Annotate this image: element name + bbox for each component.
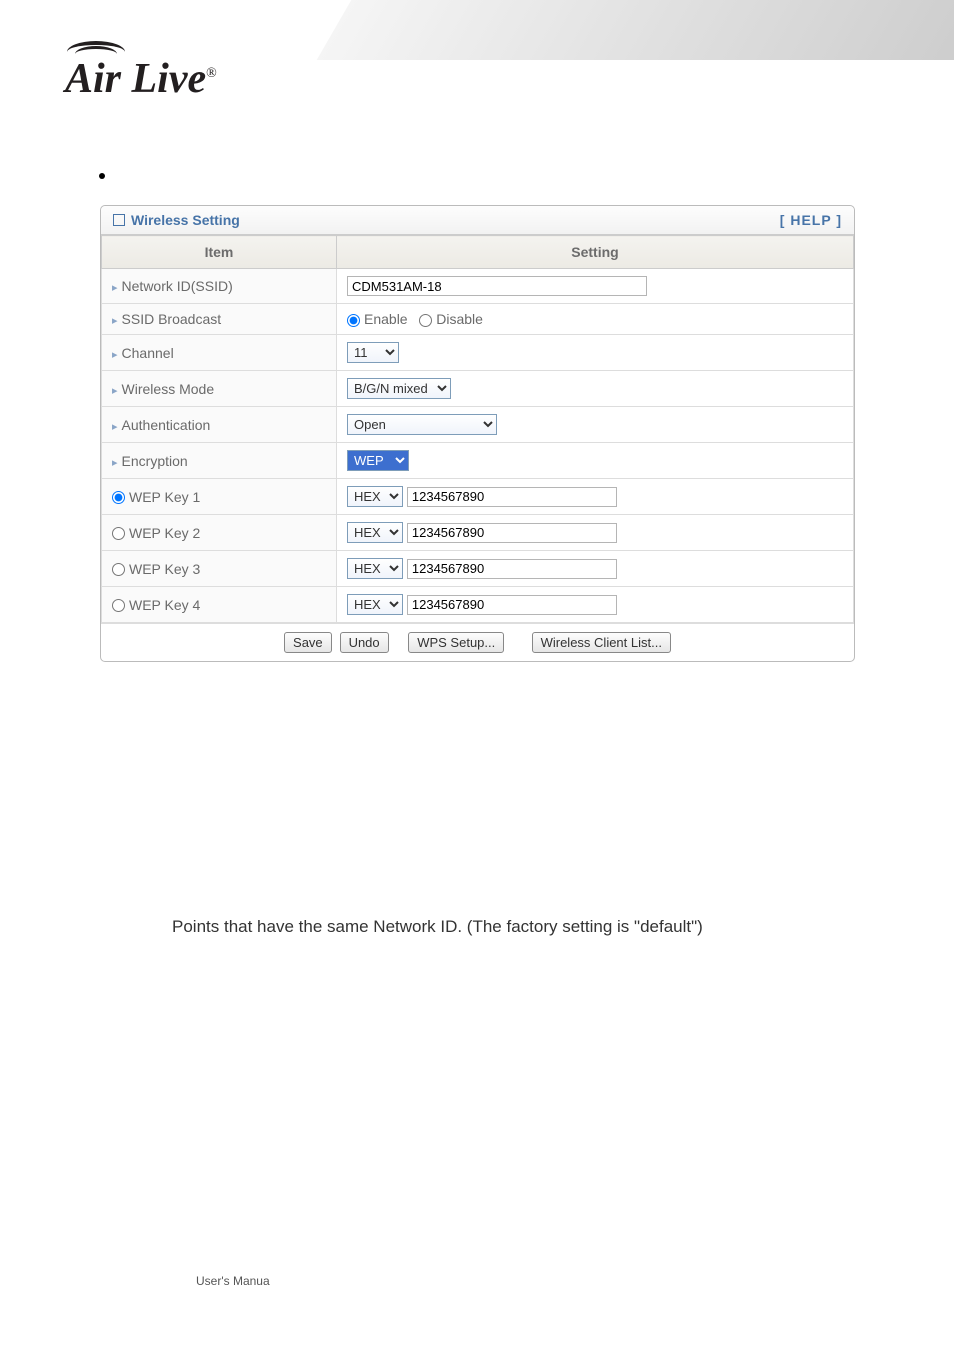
wep4-format-select[interactable]: HEX [347, 594, 403, 615]
table-row: ▸ Wireless Mode B/G/N mixed [102, 371, 854, 407]
auth-select[interactable]: Open [347, 414, 497, 435]
table-row: ▸ Authentication Open [102, 407, 854, 443]
settings-table: Item Setting ▸ Network ID(SSID) ▸ SSID Bro… [101, 235, 854, 623]
client-list-button[interactable]: Wireless Client List... [532, 632, 671, 653]
wep1-input[interactable] [407, 487, 617, 507]
table-row: ▸ SSID Broadcast Enable Disable [102, 304, 854, 335]
wireless-setting-panel: Wireless Setting [ HELP ] Item Setting ▸… [100, 205, 855, 662]
enc-label: Encryption [122, 453, 188, 469]
col-item: Item [102, 236, 337, 269]
wep2-option[interactable]: WEP Key 2 [112, 525, 200, 541]
caret-icon: ▸ [112, 315, 118, 327]
table-row: ▸ Encryption WEP [102, 443, 854, 479]
caret-icon: ▸ [112, 457, 118, 469]
broadcast-label: SSID Broadcast [122, 311, 222, 327]
wep2-format-select[interactable]: HEX [347, 522, 403, 543]
mode-label: Wireless Mode [122, 381, 215, 397]
wep4-radio[interactable] [112, 599, 125, 612]
wep3-input[interactable] [407, 559, 617, 579]
undo-button[interactable]: Undo [340, 632, 389, 653]
wep4-input[interactable] [407, 595, 617, 615]
channel-label: Channel [122, 345, 174, 361]
panel-icon [113, 214, 125, 226]
panel-header: Wireless Setting [ HELP ] [101, 206, 854, 235]
broadcast-disable-option[interactable]: Disable [419, 311, 483, 327]
caret-icon: ▸ [112, 385, 118, 397]
bullet-icon [99, 173, 105, 179]
channel-select[interactable]: 11 [347, 342, 399, 363]
auth-label: Authentication [122, 417, 211, 433]
table-row: WEP Key 3 HEX [102, 551, 854, 587]
wep2-radio[interactable] [112, 527, 125, 540]
wep3-format-select[interactable]: HEX [347, 558, 403, 579]
wep3-option[interactable]: WEP Key 3 [112, 561, 200, 577]
enc-select[interactable]: WEP [347, 450, 409, 471]
ssid-label: Network ID(SSID) [122, 278, 233, 294]
help-link[interactable]: [ HELP ] [780, 212, 842, 228]
wep1-format-select[interactable]: HEX [347, 486, 403, 507]
caret-icon: ▸ [112, 421, 118, 433]
broadcast-enable-radio[interactable] [347, 314, 360, 327]
mode-select[interactable]: B/G/N mixed [347, 378, 451, 399]
table-row: ▸ Channel 11 [102, 335, 854, 371]
wep3-radio[interactable] [112, 563, 125, 576]
wep1-option[interactable]: WEP Key 1 [112, 489, 200, 505]
col-setting: Setting [337, 236, 854, 269]
wep4-option[interactable]: WEP Key 4 [112, 597, 200, 613]
wep2-input[interactable] [407, 523, 617, 543]
wps-setup-button[interactable]: WPS Setup... [408, 632, 504, 653]
broadcast-disable-radio[interactable] [419, 314, 432, 327]
broadcast-enable-option[interactable]: Enable [347, 311, 408, 327]
caret-icon: ▸ [112, 349, 118, 361]
ssid-input[interactable] [347, 276, 647, 296]
brand-logo: Air Live® [65, 55, 217, 103]
table-row: ▸ Network ID(SSID) [102, 269, 854, 304]
wep1-radio[interactable] [112, 491, 125, 504]
caret-icon: ▸ [112, 282, 118, 294]
save-button[interactable]: Save [284, 632, 332, 653]
page-footer: User's Manua [196, 1274, 270, 1288]
panel-title: Wireless Setting [131, 212, 240, 228]
button-row: Save Undo WPS Setup... Wireless Client L… [101, 623, 854, 661]
header-gradient [317, 0, 954, 60]
table-row: WEP Key 2 HEX [102, 515, 854, 551]
table-row: WEP Key 1 HEX [102, 479, 854, 515]
table-row: WEP Key 4 HEX [102, 587, 854, 623]
body-paragraph: Points that have the same Network ID. (T… [172, 914, 872, 940]
